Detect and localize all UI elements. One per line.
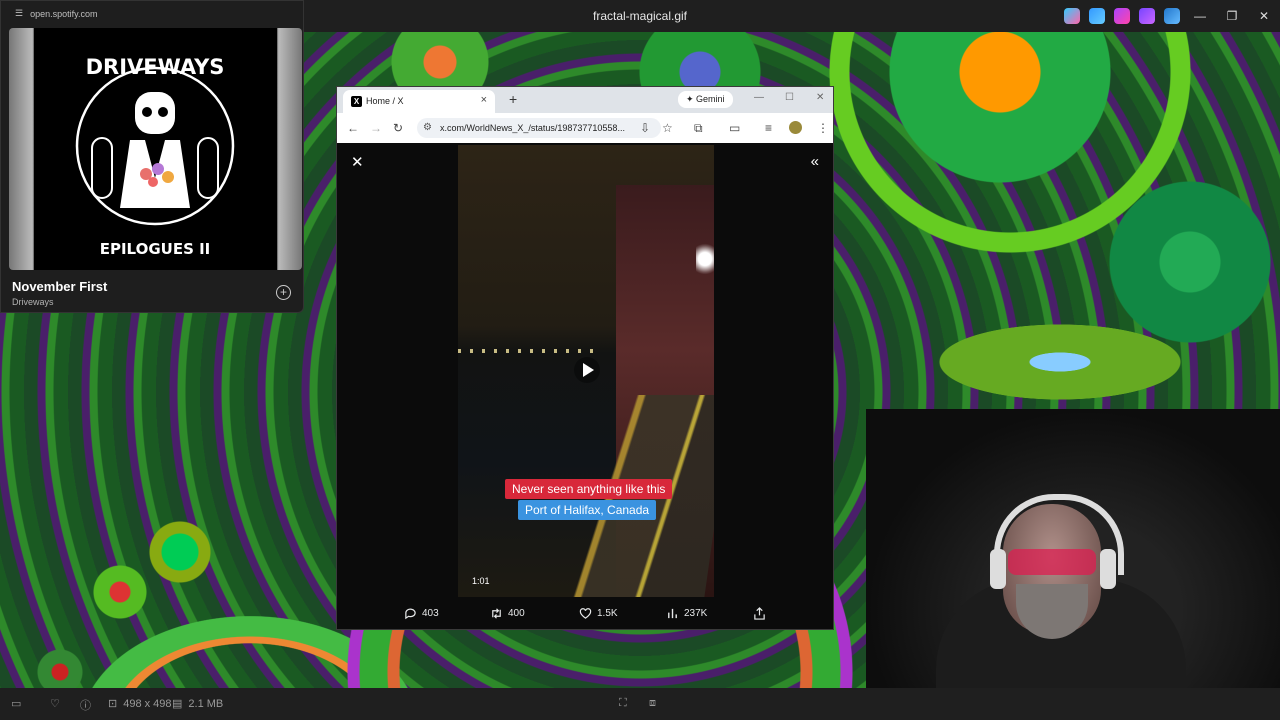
edit-icon[interactable] — [1089, 8, 1105, 24]
filmstrip-icon[interactable]: ▭ — [11, 697, 21, 710]
ship-light — [696, 239, 714, 279]
clipchamp-icon[interactable] — [1139, 8, 1155, 24]
song-title[interactable]: November First — [12, 279, 107, 294]
browser-maximize-button[interactable]: ☐ — [785, 92, 794, 103]
reply-button[interactable]: 403 — [404, 607, 439, 620]
profile-avatar[interactable] — [789, 121, 802, 134]
viewer-minimize-button[interactable]: — — [1184, 6, 1216, 26]
file-size: ▤ 2.1 MB — [172, 697, 224, 711]
browser-minimize-button[interactable]: — — [754, 92, 764, 103]
album-art-frame: DRIVEWAYS EPILOGUES II — [9, 28, 302, 270]
site-info-icon[interactable]: ⚙ — [423, 118, 432, 138]
back-icon[interactable]: ← — [347, 121, 359, 135]
dimensions-value: 498 x 498 — [123, 697, 172, 710]
close-media-icon[interactable]: ✕ — [351, 153, 364, 171]
media-controls-icon[interactable]: ≡ — [765, 121, 772, 135]
actual-size-icon[interactable]: ⧈ — [649, 697, 656, 710]
onedrive-icon[interactable] — [1164, 8, 1180, 24]
favorite-icon[interactable]: ♡ — [50, 697, 60, 710]
album-bottom-text: EPILOGUES II — [100, 240, 211, 258]
caption-line-1: Never seen anything like this — [505, 479, 673, 499]
shore-lights — [458, 349, 598, 353]
video-time: 1:01 — [472, 576, 490, 586]
file-size-value: 2.1 MB — [188, 697, 224, 710]
webcam-overlay — [866, 409, 1280, 720]
fit-to-window-icon[interactable]: ⛶ — [619, 697, 627, 710]
viewer-app-icons — [1064, 8, 1180, 24]
gemini-button[interactable]: ✦ Gemini — [678, 91, 733, 108]
site-settings-icon[interactable]: ☰ — [15, 8, 23, 19]
share-icon — [754, 607, 765, 620]
media-viewer: ✕ « Never seen anything like this Port o… — [337, 143, 833, 629]
spotify-url: open.spotify.com — [30, 8, 98, 19]
viewer-maximize-button[interactable]: ❐ — [1216, 6, 1248, 26]
headphones-right-cup — [1100, 549, 1116, 589]
bookmark-star-icon[interactable]: ☆ — [662, 121, 673, 135]
reply-icon — [405, 608, 416, 620]
tab-close-icon[interactable]: × — [481, 94, 487, 106]
tab-strip: X Home / X × + ✦ Gemini — ☐ ✕ — [337, 87, 833, 113]
views-button[interactable]: 237K — [666, 607, 707, 620]
viewer-statusbar: ▭ ♡ ⓘ ⊡ 498 x 498 ▤ 2.1 MB ⛶ ⧈ — [0, 688, 1280, 720]
artist-name[interactable]: Driveways — [12, 297, 54, 307]
reading-mode-icon[interactable]: ▭ — [729, 121, 740, 135]
gemini-label: Gemini — [696, 94, 725, 104]
file-size-icon: ▤ — [172, 698, 183, 710]
address-bar[interactable]: ⚙ x.com/WorldNews_X_/status/198737710558… — [417, 118, 661, 138]
browser-toolbar: ← → ↻ ⚙ x.com/WorldNews_X_/status/198737… — [337, 113, 833, 143]
copilot-icon[interactable] — [1064, 8, 1080, 24]
browser-window: X Home / X × + ✦ Gemini — ☐ ✕ ← → ↻ ⚙ x.… — [336, 86, 834, 630]
heart-icon — [579, 608, 592, 619]
repost-count: 400 — [508, 608, 525, 619]
repost-button[interactable]: 400 — [490, 607, 525, 620]
forward-icon[interactable]: → — [370, 121, 382, 135]
address-url: x.com/WorldNews_X_/status/198737710558..… — [440, 123, 625, 133]
views-icon — [668, 608, 677, 619]
caption-line-2: Port of Halifax, Canada — [518, 500, 657, 520]
add-to-library-icon[interactable]: + — [276, 285, 291, 300]
view-count: 237K — [684, 608, 708, 619]
install-app-icon[interactable]: ⇩ — [640, 121, 650, 135]
share-button[interactable] — [753, 607, 766, 620]
designer-icon[interactable] — [1114, 8, 1130, 24]
spotify-url-bar: ☰ open.spotify.com — [15, 8, 97, 19]
collapse-panel-icon[interactable]: « — [811, 153, 819, 170]
x-logo-icon: X — [351, 96, 362, 107]
reply-count: 403 — [422, 608, 439, 619]
like-button[interactable]: 1.5K — [579, 607, 618, 620]
spotify-miniplayer: ☰ open.spotify.com DRIVEWAYS EPILOGUES I… — [0, 0, 304, 313]
browser-menu-icon[interactable]: ⋮ — [817, 121, 829, 135]
file-info-icon[interactable]: ⓘ — [80, 697, 91, 713]
tab-home-x[interactable]: X Home / X × — [343, 90, 495, 113]
headphones-left-cup — [990, 549, 1006, 589]
tab-title: Home / X — [366, 96, 404, 106]
reload-icon[interactable]: ↻ — [393, 121, 403, 135]
post-action-bar: 403 400 1.5K 237K — [337, 603, 833, 627]
dimensions-icon: ⊡ — [108, 698, 118, 710]
new-tab-button[interactable]: + — [509, 91, 517, 107]
play-icon[interactable] — [574, 357, 600, 383]
repost-icon — [492, 608, 501, 619]
viewer-close-button[interactable]: ✕ — [1248, 6, 1280, 26]
extensions-icon[interactable]: ⧉ — [694, 121, 703, 136]
album-art: DRIVEWAYS EPILOGUES II — [34, 28, 277, 270]
album-top-text: DRIVEWAYS — [86, 55, 225, 79]
image-dimensions: ⊡ 498 x 498 — [108, 697, 172, 711]
browser-close-button[interactable]: ✕ — [816, 92, 824, 103]
like-count: 1.5K — [597, 608, 618, 619]
